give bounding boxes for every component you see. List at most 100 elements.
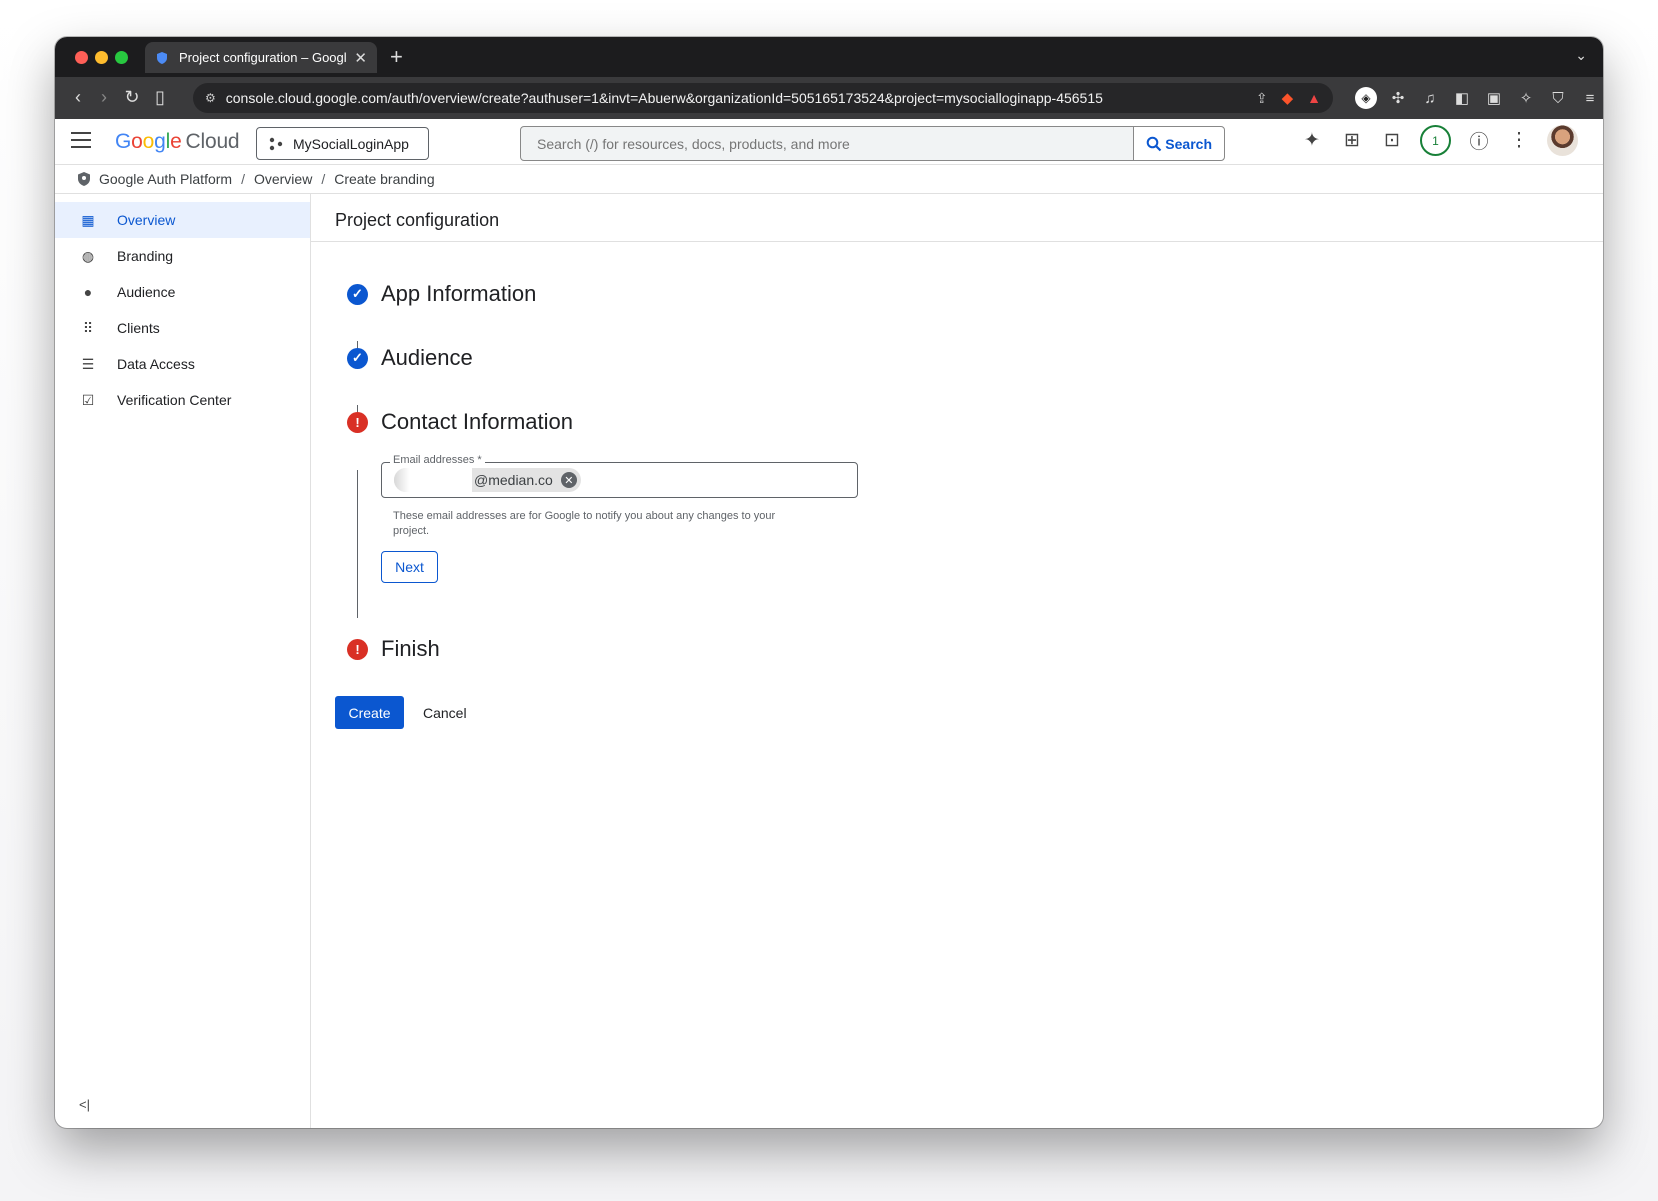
check-circle-icon: ✓ xyxy=(347,347,368,369)
sidebar-item-clients[interactable]: ⠿ Clients xyxy=(55,310,310,346)
leo-ai-icon[interactable]: ✧ xyxy=(1515,87,1537,109)
remove-chip-icon[interactable]: ✕ xyxy=(560,472,577,488)
reload-icon[interactable]: ↻ xyxy=(121,87,143,108)
brave-shield-icon[interactable]: ◆ xyxy=(1282,89,1294,107)
main-menu-icon[interactable] xyxy=(71,132,91,153)
collapse-sidebar-icon[interactable]: <| xyxy=(79,1097,90,1112)
logo-letter: g xyxy=(154,130,166,153)
wallet-icon[interactable]: ▣ xyxy=(1483,87,1505,109)
breadcrumb-separator: / xyxy=(321,171,326,187)
error-icon: ! xyxy=(347,638,368,660)
google-cloud-logo[interactable]: Google Cloud xyxy=(115,130,240,154)
breadcrumb: Google Auth Platform / Overview / Create… xyxy=(55,165,1603,194)
cancel-button[interactable]: Cancel xyxy=(423,696,467,729)
logo-letter: G xyxy=(115,130,132,153)
sidebar-item-overview[interactable]: ▦ Overview xyxy=(55,202,310,238)
site-settings-icon[interactable]: ⚙ xyxy=(205,91,216,105)
sidebar: ▦ Overview ◍ Branding ● Audience ⠿ Clien… xyxy=(55,194,311,1128)
search-bar: Search xyxy=(520,126,1225,161)
gemini-sparkle-icon[interactable]: ✦ xyxy=(1300,129,1324,153)
close-tab-icon[interactable]: ✕ xyxy=(354,49,367,67)
step-label: Finish xyxy=(381,636,440,661)
step-app-information[interactable]: ✓ App Information xyxy=(347,281,536,307)
step-connector xyxy=(357,470,358,618)
logo-cloud-text: Cloud xyxy=(185,130,240,153)
grid-icon: ⠿ xyxy=(82,319,94,336)
email-helper-text: These email addresses are for Google to … xyxy=(393,510,776,538)
sidebar-item-label: Data Access xyxy=(117,356,195,372)
sidebar-item-label: Verification Center xyxy=(117,392,232,408)
music-icon[interactable]: ♫ xyxy=(1419,87,1441,109)
breadcrumb-auth-platform[interactable]: Google Auth Platform xyxy=(99,171,232,187)
minimize-window-button[interactable] xyxy=(95,51,108,64)
main-content: Project configuration ✓ App Information … xyxy=(311,194,1603,1128)
console-header: GoogleCloud MySocialLoginApp Search ✦ ⊞ … xyxy=(55,119,1603,165)
rewards-icon[interactable]: ▲ xyxy=(1307,90,1321,106)
vpn-icon[interactable]: ⛉ xyxy=(1547,87,1569,109)
browser-tab[interactable]: Project configuration – Google Cloud ✕ xyxy=(145,42,377,73)
sidebar-item-branding[interactable]: ◍ Branding xyxy=(55,238,310,274)
breadcrumb-create-branding: Create branding xyxy=(334,171,435,187)
sidebar-item-data-access[interactable]: ☰ Data Access xyxy=(55,346,310,382)
cloud-shell-icon[interactable]: ⊡ xyxy=(1380,129,1404,153)
data-settings-icon: ☰ xyxy=(81,355,95,372)
avatar[interactable] xyxy=(1547,125,1578,156)
error-icon: ! xyxy=(347,411,368,433)
address-bar[interactable]: ⚙ console.cloud.google.com/auth/overview… xyxy=(193,83,1333,113)
help-icon[interactable]: ⓘ xyxy=(1467,129,1491,153)
bookmark-icon[interactable]: ▯ xyxy=(149,87,171,108)
redacted-email-prefix xyxy=(394,468,472,492)
more-vert-icon[interactable]: ⋮ xyxy=(1507,129,1531,153)
step-finish[interactable]: ! Finish xyxy=(347,636,440,662)
email-addresses-field[interactable]: Email addresses * @median.co ✕ xyxy=(381,454,858,498)
share-icon[interactable]: ⇪ xyxy=(1256,90,1268,107)
sidebar-item-audience[interactable]: ● Audience xyxy=(55,274,310,310)
email-chip[interactable]: @median.co ✕ xyxy=(394,468,581,492)
page-title: Project configuration xyxy=(311,194,1603,242)
back-icon[interactable]: ‹ xyxy=(67,87,89,108)
breadcrumb-overview[interactable]: Overview xyxy=(254,171,312,187)
chevron-down-icon[interactable]: ⌄ xyxy=(1575,47,1587,64)
tab-title: Project configuration – Google Cloud xyxy=(179,50,347,65)
url-text: console.cloud.google.com/auth/overview/c… xyxy=(225,90,1103,106)
logo-letter: o xyxy=(142,130,155,153)
close-window-button[interactable] xyxy=(75,51,88,64)
email-field-label: Email addresses * xyxy=(390,454,485,466)
project-icon xyxy=(269,137,283,150)
create-button[interactable]: Create xyxy=(335,696,404,729)
gift-icon[interactable]: ⊞ xyxy=(1340,129,1364,153)
dashboard-icon: ▦ xyxy=(81,211,95,228)
search-icon xyxy=(1146,136,1162,151)
logo-letter: o xyxy=(131,130,143,153)
browser-window: Project configuration – Google Cloud ✕ +… xyxy=(55,37,1603,1128)
next-button[interactable]: Next xyxy=(381,551,438,583)
notifications-badge[interactable]: 1 xyxy=(1420,125,1451,156)
menu-icon[interactable]: ≡ xyxy=(1579,87,1601,109)
check-circle-icon: ✓ xyxy=(347,283,368,305)
extensions-icon[interactable]: ✣ xyxy=(1387,87,1409,109)
email-chip-text: @median.co xyxy=(474,472,553,488)
sidebar-toggle-icon[interactable]: ◧ xyxy=(1451,87,1473,109)
step-label: Contact Information xyxy=(381,409,573,434)
step-contact-information[interactable]: ! Contact Information xyxy=(347,409,573,435)
project-picker-button[interactable]: MySocialLoginApp xyxy=(256,127,429,160)
person-icon: ● xyxy=(83,284,93,300)
step-audience[interactable]: ✓ Audience xyxy=(347,345,473,371)
sidebar-item-label: Branding xyxy=(117,248,174,264)
sidebar-item-label: Overview xyxy=(117,212,176,228)
search-button-label: Search xyxy=(1165,135,1212,152)
step-label: App Information xyxy=(381,281,537,306)
new-tab-icon[interactable]: + xyxy=(390,44,403,70)
browser-toolbar: ‹ › ↻ ▯ ⚙ console.cloud.google.com/auth/… xyxy=(55,77,1603,119)
checkbox-icon: ☑ xyxy=(81,391,95,408)
breadcrumb-separator: / xyxy=(241,171,245,187)
tab-strip: Project configuration – Google Cloud ✕ +… xyxy=(55,37,1603,77)
extension-shield-icon[interactable]: ◈ xyxy=(1355,87,1377,109)
sidebar-item-verification-center[interactable]: ☑ Verification Center xyxy=(55,382,310,418)
search-input[interactable] xyxy=(521,127,1134,160)
maximize-window-button[interactable] xyxy=(115,51,128,64)
search-button[interactable]: Search xyxy=(1133,127,1224,160)
palette-icon: ◍ xyxy=(81,247,95,264)
auth-platform-shield-icon xyxy=(78,172,90,186)
forward-icon[interactable]: › xyxy=(93,87,115,108)
